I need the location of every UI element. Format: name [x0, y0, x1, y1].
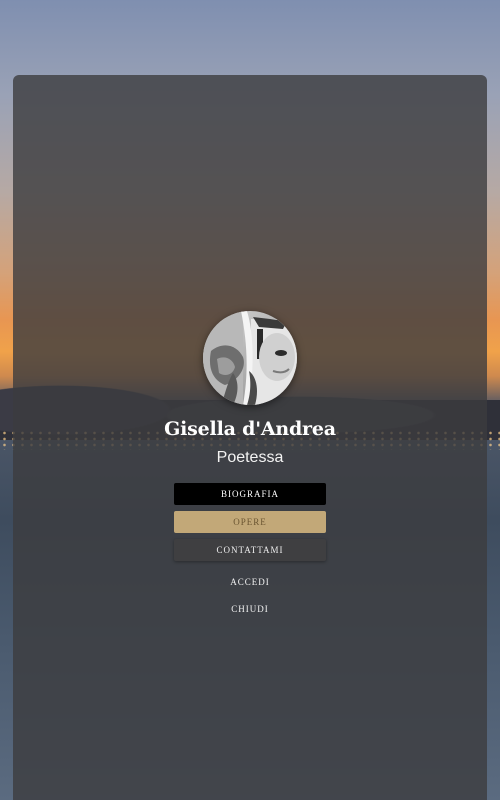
- accedi-link[interactable]: ACCEDI: [0, 577, 500, 587]
- avatar-photo: [203, 311, 297, 405]
- profile-name: Gisella d'Andrea: [164, 418, 336, 440]
- profile-role: Poetessa: [216, 449, 284, 466]
- biografia-button[interactable]: BIOGRAFIA: [174, 483, 326, 505]
- contattami-button[interactable]: CONTATTAMI: [174, 539, 326, 561]
- opere-button[interactable]: OPERE: [174, 511, 326, 533]
- avatar: [203, 311, 297, 405]
- chiudi-link[interactable]: CHIUDI: [0, 604, 500, 614]
